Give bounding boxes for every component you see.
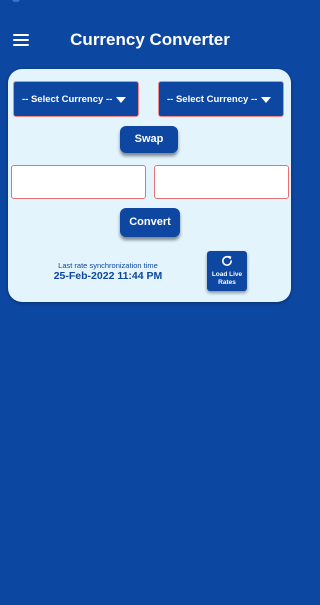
from-currency-dropdown[interactable]: -- Select Currency -- [13,81,139,117]
dropdown-caret-icon [261,97,271,103]
to-currency-dropdown[interactable]: -- Select Currency -- [158,81,284,117]
load-live-rates-button[interactable]: Load Live Rates [207,251,247,291]
sync-timestamp: 25-Feb-2022 11:44 PM [53,270,163,282]
hamburger-menu-icon[interactable] [8,28,34,52]
page-title: Currency Converter [70,30,230,49]
refresh-icon [222,255,232,266]
amount-from-input[interactable] [11,165,146,199]
converter-card: -- Select Currency -- -- Select Currency… [8,69,291,302]
from-currency-selected: -- Select Currency -- [22,94,113,105]
swap-button[interactable]: Swap [120,126,178,153]
convert-button[interactable]: Convert [120,208,180,237]
dropdown-caret-icon [116,97,126,103]
to-currency-selected: -- Select Currency -- [167,94,258,105]
amount-to-input[interactable] [154,165,289,199]
status-indicator [12,0,20,2]
load-live-rates-label: Load Live Rates [211,271,243,286]
sync-label: Last rate synchronization time [58,261,158,270]
status-bar [0,0,300,14]
app-bar: Currency Converter [0,14,300,66]
